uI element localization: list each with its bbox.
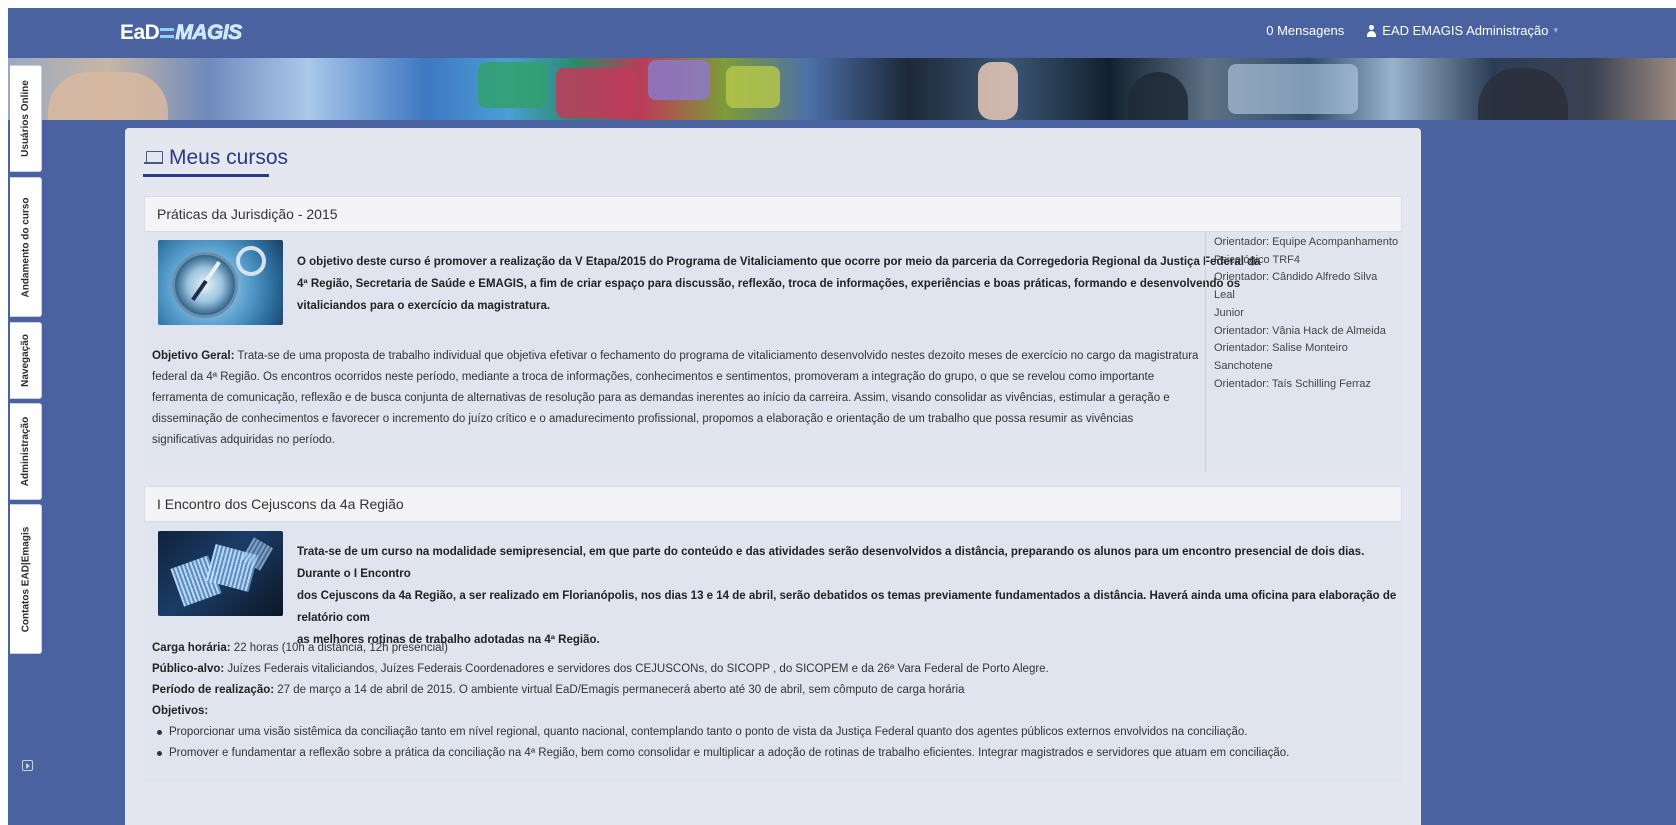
summary-line: O objetivo deste curso é promover a real… <box>297 256 1261 268</box>
detail-label: Período de realização: <box>152 684 275 696</box>
handshake-image <box>158 531 283 616</box>
teacher-line: Psicológico TRF4 <box>1214 253 1300 266</box>
top-navbar: EaD MAGIS 0 Mensagens EAD EMAGIS Adminis… <box>8 8 1676 58</box>
detail-period: Período de realização: 27 de março a 14 … <box>152 680 1289 701</box>
detail-audience: Público-alvo: Juízes Federais vitalician… <box>152 659 1289 680</box>
summary-line: vitaliciandos para o exercício da magist… <box>297 300 551 312</box>
detail-label: Carga horária: <box>152 642 231 654</box>
page-title-text: Meus cursos <box>169 146 289 169</box>
banner-face-shape <box>48 72 168 120</box>
sidebar-tab-label: Usuários Online <box>20 80 31 157</box>
objectives-label: Objetivos: <box>152 705 209 717</box>
course-objective: Objetivo Geral: Trata-se de uma proposta… <box>152 346 1198 451</box>
laptop-icon <box>144 151 163 165</box>
detail-value: Juízes Federais vitaliciandos, Juízes Fe… <box>224 663 1049 675</box>
detail-label: Público-alvo: <box>152 663 225 675</box>
banner-hand-shape <box>978 62 1018 120</box>
objective-line: federal da 4ª Região. Os encontros ocorr… <box>152 371 1155 383</box>
objective-line: Objetivo Geral: Trata-se de uma proposta… <box>152 346 1198 367</box>
objectives-heading: Objetivos: <box>152 701 1289 722</box>
objective-text: Trata-se de uma proposta de trabalho ind… <box>234 350 1199 362</box>
main-panel: Meus cursos Práticas da Jurisdição - 201… <box>125 128 1421 825</box>
detail-workload: Carga horária: 22 horas (10h a distância… <box>152 638 1289 659</box>
teacher-line: Orientador: Equipe Acompanhamento <box>1214 236 1399 248</box>
teacher-line: Orientador: Taís Schilling Ferraz <box>1214 377 1371 390</box>
detail-value: 22 horas (10h a distância, 12h presencia… <box>230 642 448 654</box>
banner-person-shape-2 <box>1478 68 1568 120</box>
list-item: Proporcionar uma visão sistêmica da conc… <box>152 722 1289 743</box>
teacher-line: Sanchotene <box>1214 359 1273 372</box>
user-name: EAD EMAGIS Administração <box>1382 23 1549 38</box>
teacher-line: Orientador: Salise Monteiro <box>1214 342 1348 355</box>
teacher-line: Orientador: Vânia Hack de Almeida <box>1214 324 1386 337</box>
caret-down-icon: ▾ <box>1553 25 1558 35</box>
sidebar-tab-navigation[interactable]: Navegação <box>10 322 42 399</box>
course-teachers: Orientador: Equipe Acompanhamento Psicol… <box>1205 232 1401 472</box>
objective-line: disseminação de conhecimentos e favorece… <box>152 413 1134 425</box>
course-title-link[interactable]: Práticas da Jurisdição - 2015 <box>144 196 1402 232</box>
logo-text-magis: MAGIS <box>175 21 242 45</box>
teacher-line: Orientador: Cândido Alfredo Silva Leal <box>1214 271 1378 302</box>
banner-person-shape <box>1128 72 1188 120</box>
course-details: Carga horária: 22 horas (10h a distância… <box>152 638 1289 764</box>
logo-text-ead: EaD <box>120 21 160 44</box>
sidebar-tab-label: Andamento do curso <box>20 196 32 298</box>
messages-link[interactable]: 0 Mensagens <box>1266 23 1344 38</box>
user-menu[interactable]: EAD EMAGIS Administração ▾ <box>1366 23 1558 38</box>
course-card: I Encontro dos Cejuscons da 4a Região Tr… <box>144 486 1402 782</box>
compass-ring <box>236 246 266 276</box>
sidebar-tab-label: Administração <box>20 416 31 487</box>
course-body: O objetivo deste curso é promover a real… <box>144 232 1402 472</box>
user-icon <box>1366 24 1377 37</box>
teacher-line: Junior <box>1214 306 1244 319</box>
sidebar-tab-contacts[interactable]: Contatos EAD|Emagis <box>10 504 42 654</box>
sidebar-tab-online-users[interactable]: Usuários Online <box>10 65 42 172</box>
app-frame: EaD MAGIS 0 Mensagens EAD EMAGIS Adminis… <box>8 8 1676 825</box>
course-card: Práticas da Jurisdição - 2015 O objetivo… <box>144 196 1402 472</box>
sidebar-tab-label: Contatos EAD|Emagis <box>20 526 31 632</box>
objective-line: significativas adquiridas no período. <box>152 434 335 446</box>
summary-line: 4ª Região, Secretaria de Saúde e EMAGIS,… <box>297 278 1241 290</box>
sidebar-tab-label: Navegação <box>20 334 31 387</box>
sidebar-tab-course-progress[interactable]: Andamento do curso <box>10 177 42 317</box>
course-body: Trata-se de um curso na modalidade semip… <box>144 522 1402 782</box>
compass-image <box>158 240 283 325</box>
course-title-link[interactable]: I Encontro dos Cejuscons da 4a Região <box>144 486 1402 522</box>
detail-value: 27 de março a 14 de abril de 2015. O amb… <box>274 684 965 696</box>
objective-line: ferramenta de comunicação, reflexão e de… <box>152 392 1170 404</box>
logo-equals-icon <box>160 28 175 38</box>
banner-chart-board <box>1228 64 1358 114</box>
site-logo[interactable]: EaD MAGIS <box>120 20 243 46</box>
objectives-list: Proporcionar uma visão sistêmica da conc… <box>152 722 1289 764</box>
sidebar-tab-administration[interactable]: Administração <box>10 403 42 500</box>
summary-line: dos Cejuscons da 4a Região, a ser realiz… <box>297 590 1397 624</box>
banner-bubble-red <box>556 68 636 118</box>
course-summary: O objetivo deste curso é promover a real… <box>297 251 1261 317</box>
header-banner <box>8 58 1676 120</box>
banner-bubble-purple <box>648 60 710 100</box>
title-underline <box>143 174 269 177</box>
list-item: Promover e fundamentar a reflexão sobre … <box>152 743 1289 764</box>
summary-line: Trata-se de um curso na modalidade semip… <box>297 546 1365 580</box>
course-summary: Trata-se de um curso na modalidade semip… <box>297 541 1402 651</box>
objective-label: Objetivo Geral: <box>152 350 235 362</box>
top-right-menu: 0 Mensagens EAD EMAGIS Administração ▾ <box>1266 23 1558 38</box>
banner-bubble-yellow <box>726 66 780 108</box>
page-title: Meus cursos <box>144 146 288 170</box>
banner-bubble-green <box>478 62 548 108</box>
sidebar-toggle-icon[interactable] <box>22 760 33 771</box>
